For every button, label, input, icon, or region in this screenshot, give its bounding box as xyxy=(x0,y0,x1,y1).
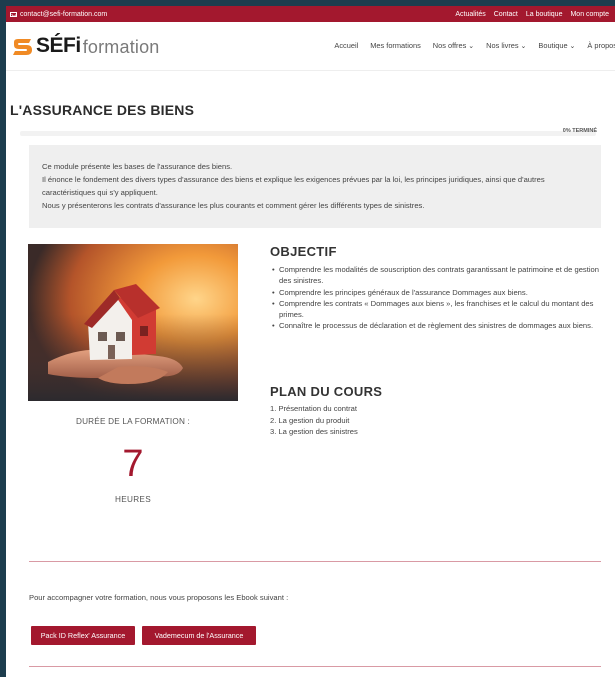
objective-item: Comprendre les contrats « Dommages aux b… xyxy=(270,298,605,321)
course-plan-title: PLAN DU COURS xyxy=(270,384,383,399)
intro-line-2: Il énonce le fondement des divers types … xyxy=(42,175,545,197)
page: contact@sefi-formation.com Actualités Co… xyxy=(6,6,615,677)
nav-item-mes-formations[interactable]: Mes formations xyxy=(370,41,421,50)
intro-line-3: Nous y présenterons les contrats d'assur… xyxy=(42,201,425,210)
toplink-mon-compte[interactable]: Mon compte xyxy=(570,11,609,18)
nav-item-a-propos[interactable]: À propos xyxy=(587,41,615,50)
intro-line-1: Ce module présente les bases de l'assura… xyxy=(42,162,233,171)
nav-item-nos-offres[interactable]: Nos offres xyxy=(433,41,474,50)
top-bar: contact@sefi-formation.com Actualités Co… xyxy=(6,6,615,22)
site-logo[interactable]: SÉFi formation xyxy=(12,34,160,58)
toplink-actualites[interactable]: Actualités xyxy=(455,11,485,18)
divider xyxy=(29,666,601,667)
plan-item: 3. La gestion des sinistres xyxy=(270,427,358,436)
course-plan-list: 1. Présentation du contrat 2. La gestion… xyxy=(270,403,358,438)
nav-item-accueil[interactable]: Accueil xyxy=(334,41,358,50)
main-nav: Accueil Mes formations Nos offres Nos li… xyxy=(334,41,615,50)
ebook-button-pack-id-reflex[interactable]: Pack ID Reflex' Assurance xyxy=(31,626,135,645)
course-image xyxy=(28,244,238,401)
divider xyxy=(29,561,601,562)
contact-email[interactable]: contact@sefi-formation.com xyxy=(20,11,107,18)
house-in-hands-image xyxy=(28,244,238,401)
plan-item: 2. La gestion du produit xyxy=(270,415,350,425)
logo-main-text: SÉFi xyxy=(36,34,81,57)
ebook-button-vademecum[interactable]: Vademecum de l'Assurance xyxy=(142,626,256,645)
mail-icon xyxy=(10,11,17,17)
duration-label: DURÉE DE LA FORMATION : xyxy=(75,417,191,426)
nav-item-nos-livres[interactable]: Nos livres xyxy=(486,41,526,50)
duration-value: 7 xyxy=(122,443,144,485)
toplink-boutique[interactable]: La boutique xyxy=(526,11,563,18)
progress-label: 0% TERMINÉ xyxy=(562,128,597,134)
toplink-contact[interactable]: Contact xyxy=(494,11,518,18)
logo-sub-text: formation xyxy=(82,37,160,57)
site-header: SÉFi formation Accueil Mes formations No… xyxy=(6,22,615,71)
ebook-intro-text: Pour accompagner votre formation, nous v… xyxy=(29,593,289,602)
page-title: L'ASSURANCE DES BIENS xyxy=(10,102,195,118)
progress-bar xyxy=(20,131,596,136)
plan-item: 1. Présentation du contrat xyxy=(270,404,357,413)
nav-item-boutique[interactable]: Boutique xyxy=(538,41,575,50)
intro-box: Ce module présente les bases de l'assura… xyxy=(29,145,601,228)
objective-item: Comprendre les principes généraux de l'a… xyxy=(270,287,605,299)
logo-mark-icon xyxy=(13,39,32,55)
objective-list: Comprendre les modalités de souscription… xyxy=(270,264,605,332)
contact-email-link[interactable]: contact@sefi-formation.com xyxy=(10,11,107,18)
objective-item: Connaître le processus de déclaration et… xyxy=(270,320,605,332)
duration-unit: HEURES xyxy=(115,495,151,504)
objective-item: Comprendre les modalités de souscription… xyxy=(270,264,605,287)
objective-title: OBJECTIF xyxy=(270,244,337,259)
